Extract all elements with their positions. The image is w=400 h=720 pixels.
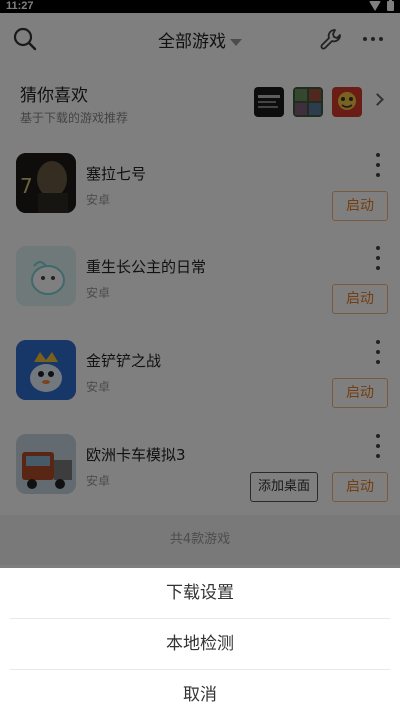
download-settings-option[interactable]: 下载设置: [10, 568, 390, 618]
local-check-option[interactable]: 本地检测: [10, 619, 390, 669]
cancel-button[interactable]: 取消: [10, 670, 390, 720]
bottom-sheet: 下载设置 本地检测 取消: [0, 568, 400, 718]
